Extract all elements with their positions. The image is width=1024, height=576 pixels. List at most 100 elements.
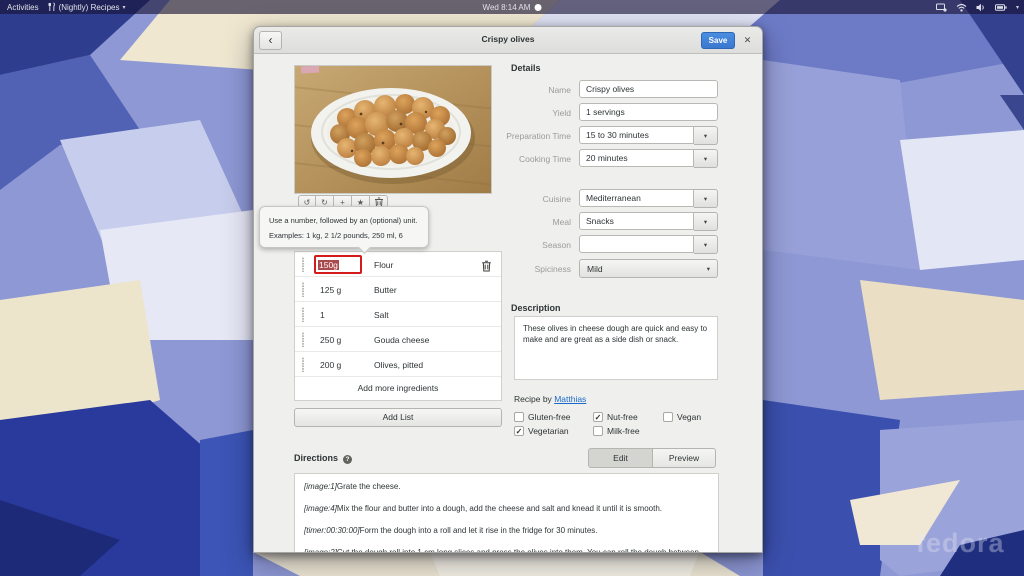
- chevron-down-icon: ▾: [704, 241, 707, 249]
- step-text: Form the dough into a roll and let it ri…: [360, 526, 598, 535]
- diet-label: Vegan: [677, 412, 701, 422]
- clock-label: Wed 8:14 AM: [483, 3, 531, 12]
- activities-button[interactable]: Activities: [7, 3, 39, 12]
- amount-input[interactable]: 150g: [314, 255, 362, 274]
- direction-step: [timer:00:30:00]Form the dough into a ro…: [304, 526, 709, 536]
- screencast-icon: [936, 3, 947, 12]
- ingredient-amount: 125 g: [320, 285, 341, 295]
- spiciness-value: Mild: [587, 264, 603, 274]
- cuisine-input[interactable]: [579, 189, 694, 207]
- ingredient-name[interactable]: Flour: [374, 260, 393, 270]
- close-button[interactable]: ✕: [740, 32, 755, 49]
- drag-handle-icon[interactable]: [301, 332, 305, 352]
- directions-header: Directions?: [294, 453, 352, 464]
- direction-step: [image:4]Mix the flour and butter into a…: [304, 504, 709, 514]
- drag-handle-icon[interactable]: [301, 282, 305, 302]
- diet-milk-free[interactable]: Milk-free: [593, 426, 640, 436]
- prep-time-combo: ▾: [579, 126, 718, 145]
- ingredient-amount: 200 g: [320, 360, 341, 370]
- description-textarea[interactable]: These olives in cheese dough are quick a…: [514, 316, 718, 380]
- diet-vegan[interactable]: Vegan: [663, 412, 701, 422]
- diet-label: Milk-free: [607, 426, 640, 436]
- preview-tab[interactable]: Preview: [652, 448, 716, 468]
- fedora-watermark: fedora: [916, 528, 1005, 559]
- desktop: fedora Activities (Nightly) Recipes ▾ We…: [0, 0, 1024, 576]
- edit-preview-switcher: Edit Preview: [588, 448, 716, 468]
- season-label: Season: [451, 240, 571, 250]
- prep-time-input[interactable]: [579, 126, 694, 144]
- drag-handle-icon[interactable]: [301, 307, 305, 327]
- battery-icon: [995, 4, 1007, 11]
- checkbox[interactable]: [663, 412, 673, 422]
- drag-handle-icon[interactable]: [301, 357, 305, 377]
- ingredient-row[interactable]: 1 Salt: [295, 302, 501, 327]
- cooking-time-combo: ▾: [579, 149, 718, 168]
- drag-handle-icon[interactable]: [301, 257, 305, 277]
- recipe-author: Recipe by Matthias: [514, 394, 586, 404]
- tooltip-line-1: Use a number, followed by an (optional) …: [269, 213, 419, 228]
- diet-label: Nut-free: [607, 412, 638, 422]
- app-menu-caret-icon: ▾: [122, 4, 125, 11]
- cooking-time-input[interactable]: [579, 149, 694, 167]
- app-menu-label: (Nightly) Recipes: [59, 3, 120, 12]
- checkbox[interactable]: ✓: [593, 412, 603, 422]
- cooking-time-label: Cooking Time: [451, 154, 571, 164]
- chevron-down-icon: ▾: [707, 265, 710, 273]
- meal-input[interactable]: [579, 212, 694, 230]
- step-text: Cut the dough roll into 1 cm long slices…: [304, 548, 699, 553]
- season-input[interactable]: [579, 235, 694, 253]
- checkbox[interactable]: ✓: [514, 426, 524, 436]
- diet-vegetarian[interactable]: ✓ Vegetarian: [514, 426, 569, 436]
- spiciness-label: Spiciness: [451, 264, 571, 274]
- amount-input-selected-text: 150g: [318, 260, 339, 270]
- save-button[interactable]: Save: [701, 32, 735, 49]
- window-title: Crispy olives: [254, 34, 762, 44]
- meal-label: Meal: [451, 217, 571, 227]
- prep-time-dropdown-button[interactable]: ▾: [694, 126, 718, 145]
- step-text: Grate the cheese.: [337, 482, 401, 491]
- ingredient-amount: 250 g: [320, 335, 341, 345]
- name-input[interactable]: [579, 80, 718, 98]
- edit-tab[interactable]: Edit: [588, 448, 652, 468]
- direction-step: [image:2]Cut the dough roll into 1 cm lo…: [304, 548, 709, 553]
- diet-label: Gluten-free: [528, 412, 571, 422]
- unit-tooltip: Use a number, followed by an (optional) …: [259, 206, 429, 248]
- diet-label: Vegetarian: [528, 426, 569, 436]
- add-more-ingredients-button[interactable]: Add more ingredients: [295, 377, 501, 400]
- yield-input[interactable]: [579, 103, 718, 121]
- cooking-time-dropdown-button[interactable]: ▾: [694, 149, 718, 168]
- volume-icon: [976, 3, 986, 12]
- diet-nut-free[interactable]: ✓ Nut-free: [593, 412, 638, 422]
- description-header: Description: [511, 303, 561, 313]
- step-text: Mix the flour and butter into a dough, a…: [337, 504, 662, 513]
- details-header: Details: [511, 63, 541, 73]
- clock[interactable]: Wed 8:14 AM: [483, 3, 542, 12]
- meal-combo: ▾: [579, 212, 718, 231]
- prep-time-label: Preparation Time: [451, 131, 571, 141]
- add-list-button[interactable]: Add List: [294, 408, 502, 427]
- directions-textarea[interactable]: [image:1]Grate the cheese. [image:4]Mix …: [294, 473, 719, 553]
- season-dropdown-button[interactable]: ▾: [694, 235, 718, 254]
- cuisine-dropdown-button[interactable]: ▾: [694, 189, 718, 208]
- ingredient-name: Salt: [374, 310, 389, 320]
- gnome-top-bar: Activities (Nightly) Recipes ▾ Wed 8:14 …: [0, 0, 1024, 14]
- ingredient-row[interactable]: 200 g Olives, pitted: [295, 352, 501, 377]
- ingredient-row[interactable]: 250 g Gouda cheese: [295, 327, 501, 352]
- diet-gluten-free[interactable]: Gluten-free: [514, 412, 571, 422]
- help-icon[interactable]: ?: [343, 455, 352, 464]
- app-menu[interactable]: (Nightly) Recipes ▾: [47, 2, 126, 12]
- chevron-down-icon: ▾: [704, 132, 707, 140]
- yield-label: Yield: [451, 108, 571, 118]
- direction-step: [image:1]Grate the cheese.: [304, 482, 709, 492]
- author-link[interactable]: Matthias: [554, 394, 586, 404]
- ingredient-row[interactable]: 125 g Butter: [295, 277, 501, 302]
- checkbox[interactable]: [593, 426, 603, 436]
- author-prefix: Recipe by: [514, 394, 552, 404]
- checkbox[interactable]: [514, 412, 524, 422]
- meal-dropdown-button[interactable]: ▾: [694, 212, 718, 231]
- season-combo: ▾: [579, 235, 718, 254]
- system-status-area[interactable]: ▾: [936, 0, 1019, 14]
- spiciness-select[interactable]: Mild ▾: [579, 259, 718, 278]
- step-tag: [timer:00:30:00]: [304, 526, 360, 535]
- close-icon: ✕: [744, 35, 752, 45]
